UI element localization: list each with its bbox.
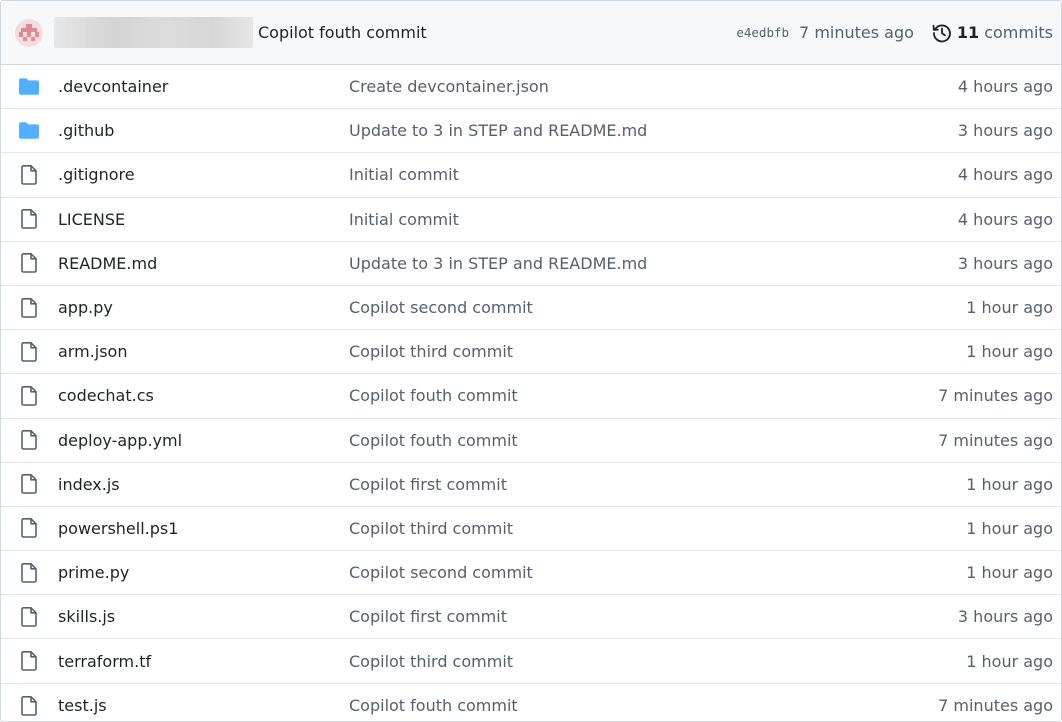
file-row[interactable]: test.js Copilot fouth commit 7 minutes ago xyxy=(1,684,1061,721)
file-icon xyxy=(18,650,40,672)
file-name-link[interactable]: test.js xyxy=(58,696,349,715)
file-icon xyxy=(18,208,40,230)
file-name-link[interactable]: deploy-app.yml xyxy=(58,431,349,450)
file-browser: Copilot fouth commit e4edbfb 7 minutes a… xyxy=(0,0,1062,722)
file-icon xyxy=(18,385,40,407)
commit-message-link[interactable]: Copilot third commit xyxy=(349,652,966,671)
commit-age: 1 hour ago xyxy=(966,342,1053,362)
file-row[interactable]: deploy-app.yml Copilot fouth commit 7 minu… xyxy=(1,419,1061,463)
commit-age: 3 hours ago xyxy=(957,121,1053,141)
file-row[interactable]: README.md Update to 3 in STEP and README.… xyxy=(1,242,1061,286)
commit-message-link[interactable]: Copilot fouth commit xyxy=(349,386,938,405)
file-icon xyxy=(18,562,40,584)
identicon-avatar-icon xyxy=(19,23,39,41)
commit-age: 3 hours ago xyxy=(957,607,1053,627)
file-name-link[interactable]: index.js xyxy=(58,475,349,494)
file-row[interactable]: prime.py Copilot second commit 1 hour ago xyxy=(1,551,1061,596)
commit-count: 11 xyxy=(956,23,980,42)
file-name-link[interactable]: prime.py xyxy=(58,563,349,582)
file-icon xyxy=(18,695,40,717)
commit-age: 1 hour ago xyxy=(966,651,1053,671)
file-row[interactable]: codechat.cs Copilot fouth commit 7 minutes… xyxy=(1,374,1061,419)
file-row[interactable]: LICENSE Initial commit 4 hours ago xyxy=(1,198,1061,242)
folder-name-link[interactable]: .github xyxy=(58,121,349,140)
file-row[interactable]: arm.json Copilot third commit 1 hour ago xyxy=(1,330,1061,375)
commit-age: 4 hours ago xyxy=(957,209,1053,229)
file-icon xyxy=(18,517,40,539)
latest-commit-bar: Copilot fouth commit e4edbfb 7 minutes a… xyxy=(1,1,1061,65)
file-name-link[interactable]: LICENSE xyxy=(58,210,349,229)
file-name-link[interactable]: terraform.tf xyxy=(58,652,349,671)
commits-label: commits xyxy=(984,23,1053,42)
commit-message-link[interactable]: Copilot second commit xyxy=(349,298,966,317)
file-row[interactable]: powershell.ps1 Copilot third commit 1 hour… xyxy=(1,507,1061,552)
commit-message-link[interactable]: Update to 3 in STEP and README.md xyxy=(349,121,958,140)
file-name-link[interactable]: README.md xyxy=(58,254,349,273)
commit-age: 1 hour ago xyxy=(966,474,1053,494)
file-row[interactable]: index.js Copilot first commit 1 hour ago xyxy=(1,463,1061,507)
file-row[interactable]: skills.js Copilot first commit 3 hours ago xyxy=(1,595,1061,640)
folder-name-link[interactable]: .devcontainer xyxy=(58,77,349,96)
commit-message-link[interactable]: Copilot fouth commit xyxy=(349,696,938,715)
file-icon xyxy=(18,473,40,495)
file-icon xyxy=(18,252,40,274)
file-name-link[interactable]: codechat.cs xyxy=(58,386,349,405)
commit-age: 4 hours ago xyxy=(957,165,1053,185)
file-name-link[interactable]: powershell.ps1 xyxy=(58,519,349,538)
file-icon xyxy=(18,606,40,628)
file-name-link[interactable]: .gitignore xyxy=(58,165,349,184)
commit-sha[interactable]: e4edbfb xyxy=(736,25,789,40)
commit-message-link[interactable]: Initial commit xyxy=(349,165,958,184)
commit-age: 1 hour ago xyxy=(966,518,1053,538)
file-name-link[interactable]: skills.js xyxy=(58,607,349,626)
file-name-link[interactable]: app.py xyxy=(58,298,349,317)
commit-message-link[interactable]: Copilot first commit xyxy=(349,475,966,494)
file-row[interactable]: .devcontainer Create devcontainer.json 4 h… xyxy=(1,65,1061,110)
commit-message-link[interactable]: Copilot fouth commit xyxy=(349,431,938,450)
commit-age: 7 minutes ago xyxy=(938,430,1053,450)
file-name-link[interactable]: arm.json xyxy=(58,342,349,361)
commit-message-link[interactable]: Copilot third commit xyxy=(349,342,966,361)
commit-age: 7 minutes ago xyxy=(938,386,1053,406)
file-row[interactable]: terraform.tf Copilot third commit 1 hour a… xyxy=(1,639,1061,684)
commit-message-link[interactable]: Initial commit xyxy=(349,210,958,229)
commit-message-link[interactable]: Create devcontainer.json xyxy=(349,77,958,96)
file-icon xyxy=(18,429,40,451)
commit-age: 7 minutes ago xyxy=(799,23,914,42)
folder-icon xyxy=(18,76,40,98)
file-icon xyxy=(18,341,40,363)
commit-age: 1 hour ago xyxy=(966,298,1053,318)
folder-icon xyxy=(18,120,40,142)
commit-age: 1 hour ago xyxy=(966,563,1053,583)
commits-history-link[interactable]: 11 commits xyxy=(932,23,1053,43)
commit-message-link[interactable]: Copilot first commit xyxy=(349,607,958,626)
commit-age: 3 hours ago xyxy=(957,253,1053,273)
commit-message-link[interactable]: Copilot second commit xyxy=(349,563,966,582)
file-list: .devcontainer Create devcontainer.json 4 h… xyxy=(1,65,1061,721)
file-icon xyxy=(18,297,40,319)
latest-commit-message[interactable]: Copilot fouth commit xyxy=(258,23,427,42)
commit-message-link[interactable]: Copilot third commit xyxy=(349,519,966,538)
commit-message-link[interactable]: Update to 3 in STEP and README.md xyxy=(349,254,958,273)
file-row[interactable]: .gitignore Initial commit 4 hours ago xyxy=(1,153,1061,198)
identicon-avatar[interactable] xyxy=(15,18,43,47)
commit-age: 4 hours ago xyxy=(957,77,1053,97)
commit-author-redacted xyxy=(54,17,253,48)
file-row[interactable]: app.py Copilot second commit 1 hour ago xyxy=(1,286,1061,331)
history-icon xyxy=(932,24,951,42)
file-row[interactable]: .github Update to 3 in STEP and README.md… xyxy=(1,109,1061,154)
file-icon xyxy=(18,164,40,186)
commit-age: 7 minutes ago xyxy=(938,696,1053,716)
